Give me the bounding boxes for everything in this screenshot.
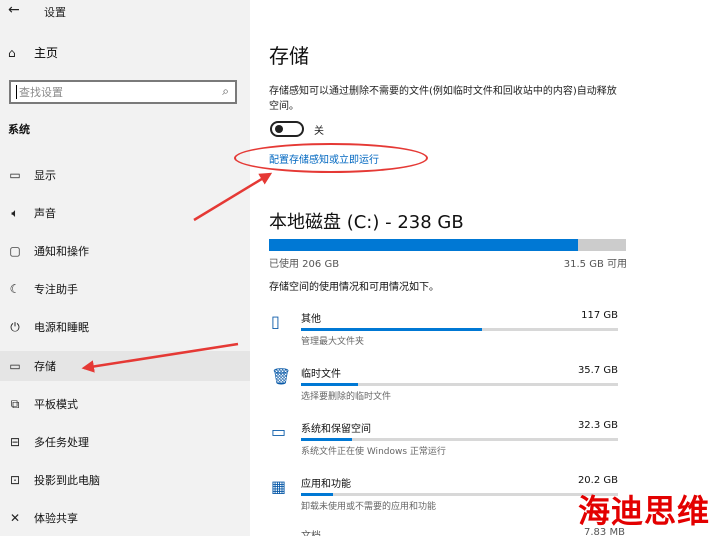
- sidebar-item-label: 声音: [34, 207, 56, 220]
- text-caret: [16, 85, 17, 99]
- category-bar: [301, 438, 618, 441]
- speaker-icon: 🔈︎: [11, 205, 19, 220]
- sidebar-item-label: 电源和睡眠: [34, 321, 89, 334]
- sidebar-item-label: 存储: [34, 360, 56, 373]
- home-label: 主页: [34, 46, 59, 60]
- disk-available-label: 31.5 GB 可用: [563, 259, 627, 270]
- category-size: 20.2 GB: [577, 475, 618, 486]
- sidebar: ← 设置 ⌂ 主页 查找设置 ⌕ 系统 ▭ 显示 🔈︎ 声音 ▢ 通知和操作 ☾…: [0, 0, 250, 536]
- home-icon: ⌂: [8, 45, 16, 60]
- disk-used-label: 已使用 206 GB: [269, 259, 340, 270]
- storage-icon: ▭: [9, 359, 21, 373]
- sidebar-item-label: 多任务处理: [34, 436, 89, 449]
- category-name: 临时文件: [301, 369, 341, 380]
- sidebar-item-projecting[interactable]: ⊡ 投影到此电脑: [0, 465, 250, 495]
- back-arrow-icon[interactable]: ←: [8, 2, 20, 18]
- page-title: 存储: [269, 44, 309, 68]
- title-bar: ← 设置: [0, 0, 250, 22]
- disk-usage-bar: [269, 239, 626, 251]
- trash-icon: 🗑︎: [271, 367, 292, 386]
- disk-usage-fill: [269, 239, 578, 251]
- search-box[interactable]: 查找设置 ⌕: [9, 80, 237, 104]
- category-bar: [301, 383, 618, 386]
- sidebar-item-notifications[interactable]: ▢ 通知和操作: [0, 236, 250, 266]
- category-name: 其他: [301, 314, 321, 325]
- category-description: 卸载未使用或不需要的应用和功能: [301, 502, 437, 512]
- category-name: 系统和保留空间: [301, 424, 371, 435]
- category-bar-fill: [301, 493, 333, 496]
- sidebar-item-storage[interactable]: ▭ 存储: [0, 351, 250, 381]
- laptop-icon: ▭: [271, 422, 287, 441]
- sidebar-item-label: 平板模式: [34, 398, 78, 411]
- category-size: 117 GB: [581, 310, 618, 321]
- category-bar-fill: [301, 328, 482, 331]
- category-size: 32.3 GB: [577, 420, 618, 431]
- category-temp-files[interactable]: 🗑︎ 临时文件 35.7 GB 选择要删除的临时文件: [269, 365, 619, 411]
- notification-icon: ▢: [9, 244, 21, 258]
- sidebar-item-display[interactable]: ▭ 显示: [0, 160, 250, 190]
- category-bar-fill: [301, 383, 359, 386]
- sidebar-item-label: 投影到此电脑: [34, 474, 100, 487]
- toggle-state-label: 关: [314, 126, 324, 137]
- sidebar-item-multitasking[interactable]: ⊟ 多任务处理: [0, 427, 250, 457]
- sidebar-item-focus-assist[interactable]: ☾ 专注助手: [0, 274, 250, 304]
- category-apps-features[interactable]: ▦ 应用和功能 20.2 GB 卸载未使用或不需要的应用和功能: [269, 475, 619, 521]
- annotation-oval: [234, 143, 428, 173]
- tablet-icon: ⧉: [10, 396, 20, 411]
- usage-description: 存储空间的使用情况和可用情况如下。: [269, 282, 439, 293]
- category-description: 系统文件正在使 Windows 正常运行: [301, 447, 446, 457]
- category-description: 管理最大文件夹: [301, 337, 365, 347]
- section-title: 系统: [8, 123, 30, 136]
- moon-icon: ☾: [9, 282, 21, 296]
- sidebar-item-label: 通知和操作: [34, 245, 89, 258]
- category-other[interactable]: ▯ 其他 117 GB 管理最大文件夹: [269, 310, 619, 356]
- category-documents-name: 文档: [301, 527, 321, 536]
- sidebar-item-sound[interactable]: 🔈︎ 声音: [0, 198, 250, 228]
- sidebar-item-label: 专注助手: [34, 283, 78, 296]
- storage-sense-description: 存储感知可以通过删除不需要的文件(例如临时文件和回收站中的内容)自动释放空间。: [269, 86, 617, 112]
- sidebar-item-home[interactable]: ⌂ 主页: [8, 44, 58, 61]
- category-name: 应用和功能: [301, 479, 351, 490]
- toggle-knob: [275, 125, 283, 133]
- sidebar-item-shared-experiences[interactable]: ✕ 体验共享: [0, 503, 250, 533]
- category-system-reserved[interactable]: ▭ 系统和保留空间 32.3 GB 系统文件正在使 Windows 正常运行: [269, 420, 619, 466]
- category-size: 35.7 GB: [577, 365, 618, 376]
- category-bar-fill: [301, 438, 352, 441]
- watermark: 海迪思维: [578, 492, 711, 530]
- apps-icon: ▦: [271, 477, 287, 496]
- sidebar-item-power[interactable]: ⏻ 电源和睡眠: [0, 312, 250, 342]
- main-content: 存储 存储感知可以通过删除不需要的文件(例如临时文件和回收站中的内容)自动释放空…: [250, 0, 718, 536]
- power-icon: ⏻: [10, 319, 20, 334]
- search-input[interactable]: 查找设置: [19, 84, 63, 100]
- window-title: 设置: [44, 6, 66, 19]
- storage-sense-toggle[interactable]: [270, 121, 304, 137]
- sidebar-item-label: 显示: [34, 169, 56, 182]
- sidebar-item-tablet[interactable]: ⧉ 平板模式: [0, 389, 250, 419]
- sidebar-item-label: 体验共享: [34, 512, 78, 525]
- multitask-icon: ⊟: [9, 435, 21, 449]
- category-bar: [301, 328, 618, 331]
- disk-title: 本地磁盘 (C:) - 238 GB: [269, 212, 464, 233]
- category-description: 选择要删除的临时文件: [301, 392, 392, 402]
- project-icon: ⊡: [9, 473, 21, 487]
- folder-icon: ▯: [271, 312, 280, 331]
- search-icon[interactable]: ⌕: [222, 84, 229, 99]
- category-bar: [301, 493, 618, 496]
- share-icon: ✕: [9, 511, 21, 525]
- monitor-icon: ▭: [9, 168, 21, 182]
